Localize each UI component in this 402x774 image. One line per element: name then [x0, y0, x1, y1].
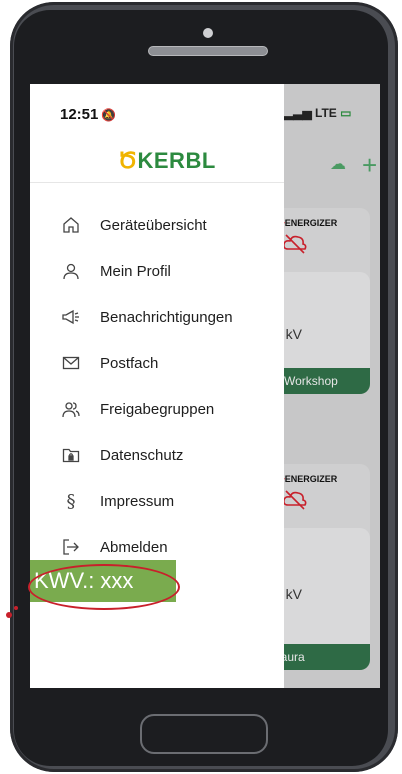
- mail-icon: [62, 354, 80, 372]
- menu-item-profile[interactable]: Mein Profil: [30, 248, 284, 294]
- menu-item-imprint[interactable]: § Impressum: [30, 478, 284, 524]
- logo-mark: Ծ: [118, 148, 138, 173]
- logo-text: KERBL: [137, 148, 216, 173]
- menu-item-mailbox[interactable]: Postfach: [30, 340, 284, 386]
- earpiece-speaker: [148, 46, 268, 56]
- bell-muted-icon: 🔕: [101, 108, 117, 122]
- menu-label: Datenschutz: [100, 446, 184, 464]
- drawer-divider: [30, 182, 284, 183]
- menu-label: Geräteübersicht: [100, 216, 207, 234]
- home-button[interactable]: [140, 714, 268, 754]
- cloud-offline-icon: [283, 234, 307, 254]
- folder-lock-icon: [62, 446, 80, 464]
- drawer-menu: Geräteübersicht Mein Profil Benachrichti…: [30, 202, 284, 570]
- energizer-logo: ϟENERGIZER: [280, 474, 338, 484]
- energizer-logo: ϟENERGIZER: [280, 218, 338, 228]
- highlight-ellipse: [28, 564, 180, 610]
- cloud-icon[interactable]: ☁: [330, 154, 346, 174]
- menu-label: Benachrichtigungen: [100, 308, 233, 326]
- menu-label: Mein Profil: [100, 262, 171, 280]
- status-bar-time: 12:51 🔕: [60, 106, 117, 123]
- battery-icon: ▭: [340, 106, 352, 120]
- group-icon: [62, 400, 80, 418]
- highlight-dot: [6, 612, 12, 618]
- add-device-button[interactable]: +: [362, 150, 377, 181]
- menu-item-share-groups[interactable]: Freigabegruppen: [30, 386, 284, 432]
- user-icon: [62, 262, 80, 280]
- menu-label: Abmelden: [100, 538, 168, 556]
- network-label: LTE: [315, 106, 337, 120]
- menu-label: Freigabegruppen: [100, 400, 215, 418]
- menu-item-devices[interactable]: Geräteübersicht: [30, 202, 284, 248]
- section-icon: §: [66, 490, 76, 512]
- kerbl-logo: ԾKERBL: [118, 148, 216, 174]
- megaphone-icon: [62, 308, 80, 326]
- menu-label: Impressum: [100, 492, 175, 510]
- status-bar-right: ▂▃▅ LTE ▭: [284, 106, 352, 120]
- home-icon: [62, 216, 80, 234]
- menu-item-privacy[interactable]: Datenschutz: [30, 432, 284, 478]
- menu-item-notifications[interactable]: Benachrichtigungen: [30, 294, 284, 340]
- front-camera: [203, 28, 213, 38]
- menu-label: Postfach: [100, 354, 159, 372]
- logout-icon: [62, 538, 80, 556]
- cloud-offline-icon: [283, 490, 307, 510]
- highlight-dot: [14, 606, 18, 610]
- signal-icon: ▂▃▅: [284, 106, 312, 120]
